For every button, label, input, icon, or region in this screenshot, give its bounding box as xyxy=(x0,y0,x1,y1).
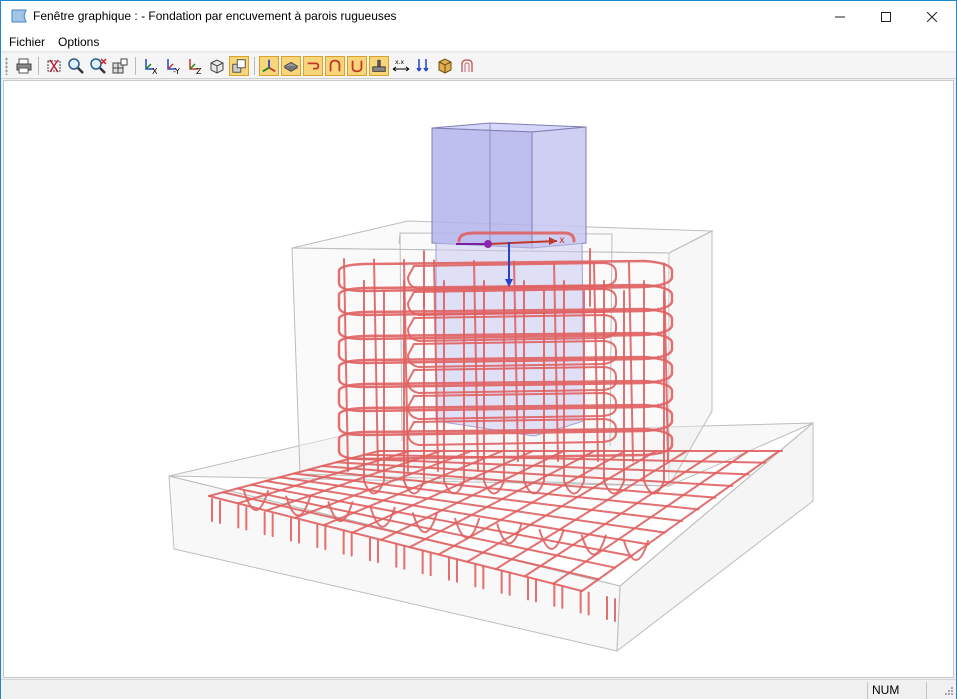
axes-button[interactable] xyxy=(259,56,279,76)
iso-view-button[interactable] xyxy=(207,56,227,76)
resize-grip-icon[interactable] xyxy=(942,686,954,698)
select-icon xyxy=(47,59,61,73)
bar-u-button[interactable] xyxy=(325,56,345,76)
maximize-icon xyxy=(881,11,891,22)
toolbar-separator xyxy=(135,57,136,75)
dimension-icon: x.x xyxy=(392,59,410,72)
view-y-button[interactable]: -Y xyxy=(163,56,183,76)
iso-view-icon xyxy=(210,59,224,74)
view-x-button[interactable]: X xyxy=(141,56,161,76)
print-button[interactable] xyxy=(14,56,34,76)
minimize-icon xyxy=(835,16,845,17)
slab-icon xyxy=(283,61,299,72)
zoom-all-icon xyxy=(90,58,107,74)
close-button[interactable] xyxy=(909,1,955,32)
print-icon xyxy=(16,58,32,74)
svg-text:Z: Z xyxy=(196,67,202,75)
grid-view-button[interactable] xyxy=(110,56,130,76)
stirrup-icon xyxy=(351,60,363,73)
num-lock-indicator: NUM xyxy=(867,682,927,699)
axes-icon xyxy=(262,59,276,73)
svg-text:x.x: x.x xyxy=(395,59,404,66)
grid-view-icon xyxy=(112,58,128,74)
select-button[interactable] xyxy=(44,56,64,76)
loads-icon xyxy=(416,59,429,72)
wireframe-button[interactable] xyxy=(229,56,249,76)
menu-options[interactable]: Options xyxy=(58,35,99,49)
minimize-button[interactable] xyxy=(817,1,863,32)
zoom-icon xyxy=(68,58,84,74)
close-icon xyxy=(927,11,937,22)
foundation-3d-view[interactable]: x xyxy=(4,81,954,678)
dimension-button[interactable]: x.x xyxy=(391,56,411,76)
material-icon xyxy=(438,58,452,74)
material-button[interactable] xyxy=(435,56,455,76)
slab-u-bar xyxy=(538,528,565,550)
toolbar: X -Y Z x.x xyxy=(1,53,956,79)
stirrup-button[interactable] xyxy=(347,56,367,76)
window-title: Fenêtre graphique : - Fondation par encu… xyxy=(33,9,397,23)
window-app-icon xyxy=(11,9,27,23)
svg-text:-Y: -Y xyxy=(173,67,180,75)
bar-hook-icon xyxy=(307,62,320,70)
axis-origin xyxy=(484,240,492,248)
slab-button[interactable] xyxy=(281,56,301,76)
view-z-button[interactable]: Z xyxy=(185,56,205,76)
wireframe-icon xyxy=(232,59,246,73)
bar-hook-button[interactable] xyxy=(303,56,323,76)
menu-fichier[interactable]: Fichier xyxy=(9,35,45,49)
view-y-icon: -Y xyxy=(167,59,180,75)
graphics-viewport[interactable]: x xyxy=(3,80,954,678)
status-bar: NUM xyxy=(1,679,956,699)
foundation-button[interactable] xyxy=(369,56,389,76)
zoom-button[interactable] xyxy=(66,56,86,76)
zoom-all-button[interactable] xyxy=(88,56,108,76)
menu-bar: Fichier Options xyxy=(1,32,956,52)
toolbar-grip[interactable] xyxy=(5,57,8,75)
view-x-icon: X xyxy=(145,59,158,75)
toolbar-separator xyxy=(38,57,39,75)
toolbar-separator xyxy=(254,57,255,75)
svg-text:X: X xyxy=(152,67,158,75)
rebar-shape-button[interactable] xyxy=(457,56,477,76)
bar-u-icon xyxy=(329,59,341,72)
foundation-icon xyxy=(372,59,386,72)
title-bar[interactable]: Fenêtre graphique : - Fondation par encu… xyxy=(1,1,956,32)
graphics-window: Fenêtre graphique : - Fondation par encu… xyxy=(0,0,957,699)
axis-x-label: x xyxy=(559,235,565,246)
rebar-shape-icon xyxy=(461,59,473,72)
maximize-button[interactable] xyxy=(863,1,909,32)
loads-button[interactable] xyxy=(413,56,433,76)
view-z-icon: Z xyxy=(189,59,202,75)
